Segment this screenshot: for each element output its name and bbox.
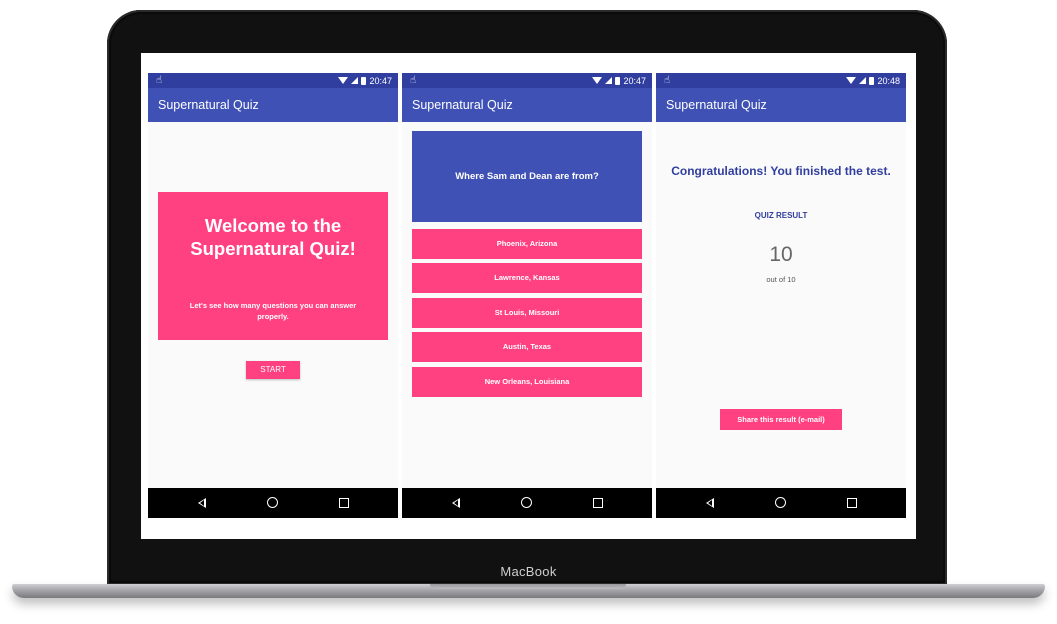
status-icons: 20:47 (592, 73, 646, 88)
recent-apps-icon[interactable] (847, 498, 857, 508)
back-icon[interactable] (706, 498, 714, 508)
score-value: 10 (769, 243, 793, 266)
battery-icon (361, 76, 367, 85)
recent-apps-icon[interactable] (593, 498, 603, 508)
status-time: 20:47 (369, 75, 392, 86)
welcome-title-line2: Supernatural Quiz! (190, 238, 356, 259)
phone-screen-question: ☝ 20:47 Supernatural Quiz Where Sam and … (402, 73, 652, 518)
question-card: Where Sam and Dean are from? (412, 131, 642, 222)
app-title: Supernatural Quiz (412, 98, 513, 112)
app-bar: Supernatural Quiz (402, 88, 652, 122)
home-icon[interactable] (521, 497, 532, 508)
answer-button-5[interactable]: New Orleans, Louisiana (412, 367, 642, 397)
congrats-message: Congratulations! You finished the test. (671, 164, 891, 178)
android-nav-bar (148, 488, 398, 518)
wifi-icon (338, 77, 349, 84)
battery-icon (869, 76, 875, 85)
device-brand-label: MacBook (500, 564, 557, 579)
welcome-title: Welcome to the Supernatural Quiz! (158, 214, 388, 260)
score-out-of: out of 10 (766, 275, 796, 284)
app-title: Supernatural Quiz (666, 98, 767, 112)
welcome-card: Welcome to the Supernatural Quiz! Let's … (158, 192, 388, 340)
android-nav-bar (402, 488, 652, 518)
touch-icon: ☝ (156, 75, 163, 86)
status-icons: 20:47 (338, 73, 392, 88)
welcome-subtitle: Let's see how many questions you can ans… (189, 301, 357, 321)
phone-screen-welcome: ☝ 20:47 Supernatural Quiz Welcome to the… (148, 73, 398, 518)
phone-screen-result: ☝ 20:48 Supernatural Quiz Congratulation… (656, 73, 906, 518)
welcome-title-line1: Welcome to the (204, 215, 342, 236)
question-text: Where Sam and Dean are from? (455, 171, 599, 182)
signal-icon (859, 77, 867, 84)
home-icon[interactable] (267, 497, 278, 508)
status-bar: ☝ 20:47 (148, 73, 398, 88)
status-bar: ☝ 20:47 (402, 73, 652, 88)
back-icon[interactable] (452, 498, 460, 508)
answer-button-1[interactable]: Phoenix, Arizona (412, 229, 642, 259)
status-icons: 20:48 (846, 73, 900, 88)
answer-button-2[interactable]: Lawrence, Kansas (412, 263, 642, 293)
home-icon[interactable] (775, 497, 786, 508)
share-result-button[interactable]: Share this result (e-mail) (720, 409, 842, 430)
status-time: 20:48 (877, 75, 900, 86)
wifi-icon (846, 77, 857, 84)
signal-icon (351, 77, 359, 84)
recent-apps-icon[interactable] (339, 498, 349, 508)
app-title: Supernatural Quiz (158, 98, 259, 112)
back-icon[interactable] (198, 498, 206, 508)
android-nav-bar (656, 488, 906, 518)
app-bar: Supernatural Quiz (148, 88, 398, 122)
status-bar: ☝ 20:48 (656, 73, 906, 88)
touch-icon: ☝ (410, 75, 417, 86)
answer-button-4[interactable]: Austin, Texas (412, 332, 642, 362)
status-time: 20:47 (623, 75, 646, 86)
quiz-result-label: QUIZ RESULT (754, 211, 808, 220)
touch-icon: ☝ (664, 75, 671, 86)
battery-icon (615, 76, 621, 85)
app-bar: Supernatural Quiz (656, 88, 906, 122)
answer-button-3[interactable]: St Louis, Missouri (412, 298, 642, 328)
wifi-icon (592, 77, 603, 84)
start-button[interactable]: START (246, 361, 300, 379)
laptop-base-notch (430, 584, 626, 589)
signal-icon (605, 77, 613, 84)
